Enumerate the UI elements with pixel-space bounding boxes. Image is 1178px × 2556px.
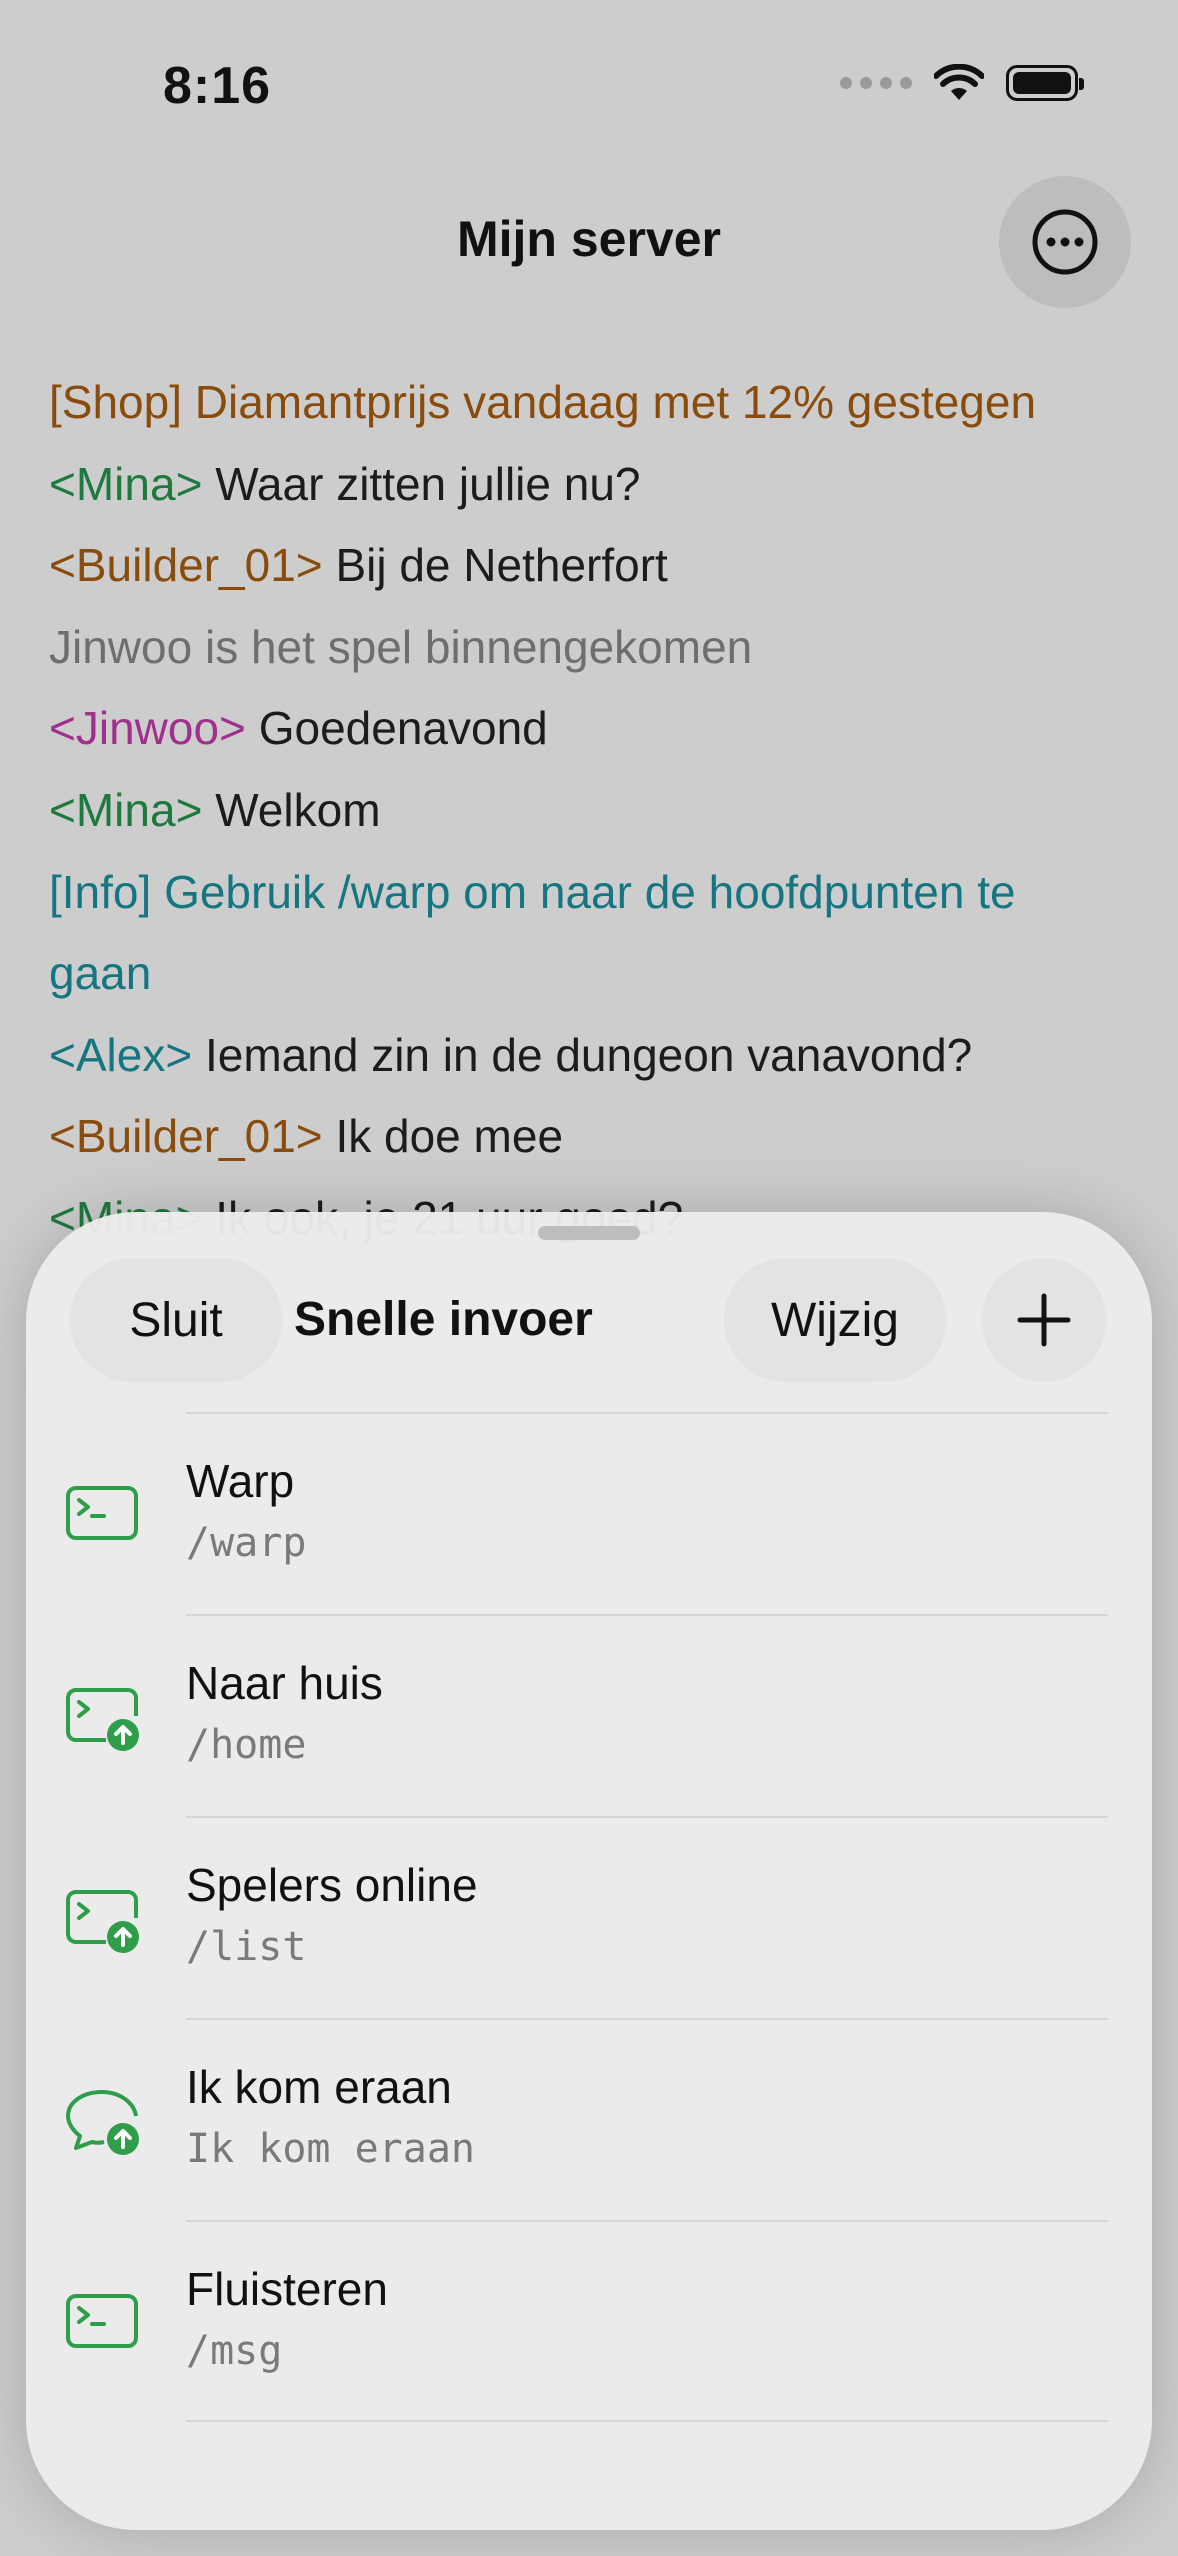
chat-sender: <Mina> — [49, 783, 203, 836]
status-time: 8:16 — [163, 57, 272, 115]
list-item[interactable]: Ik kom eraan Ik kom eraan — [26, 2018, 1152, 2220]
chat-message: <Builder_01> Ik doe mee — [49, 1096, 1129, 1178]
close-button[interactable]: Sluit — [70, 1258, 282, 1382]
cellular-signal-icon — [840, 77, 912, 89]
chat-sender: <Builder_01> — [49, 1110, 323, 1163]
chat-system-text: [Shop] Diamantprijs vandaag met 12% gest… — [49, 376, 1037, 428]
sheet-grabber[interactable] — [538, 1226, 640, 1240]
quick-input-sheet: Sluit Snelle invoer Wijzig Warp /warp Na… — [26, 1212, 1152, 2530]
chat-sender: <Jinwoo> — [49, 702, 246, 755]
more-button[interactable] — [999, 176, 1131, 308]
terminal-send-icon — [66, 1688, 139, 1751]
list-item[interactable]: Warp /warp — [26, 1412, 1152, 1614]
item-command: /warp — [186, 1520, 307, 1566]
chat-message: <Jinwoo> Goedenavond — [49, 688, 1129, 770]
edit-button[interactable]: Wijzig — [724, 1258, 946, 1382]
chat-message: <Builder_01> Bij de Netherfort — [49, 525, 1129, 607]
status-bar: 8:16 — [0, 0, 1178, 170]
chat-text: Welkom — [202, 783, 381, 836]
add-button[interactable] — [982, 1258, 1106, 1382]
chat-text: Ik doe mee — [322, 1110, 564, 1163]
item-title: Ik kom eraan — [186, 2061, 452, 2113]
chat-sender: <Mina> — [49, 457, 203, 510]
battery-icon — [1006, 65, 1084, 101]
chat-text: Goedenavond — [245, 702, 548, 755]
terminal-icon — [66, 1486, 138, 1540]
list-item[interactable]: Naar huis /home — [26, 1614, 1152, 1816]
chat-message: <Alex> Iemand zin in de dungeon vanavond… — [49, 1015, 1129, 1097]
chat-text: Bij de Netherfort — [322, 539, 668, 592]
chat-message: <Mina> Waar zitten jullie nu? — [49, 444, 1129, 526]
quick-input-list: Warp /warp Naar huis /home Spelers onlin… — [26, 1412, 1152, 2422]
ellipsis-circle-icon — [1032, 209, 1098, 275]
chat-system-text: [Info] Gebruik /warp om naar de hoofdpun… — [49, 865, 1016, 1000]
terminal-send-icon — [66, 1890, 139, 1953]
item-title: Warp — [186, 1455, 295, 1507]
plus-icon — [1017, 1293, 1071, 1347]
item-command: Ik kom eraan — [186, 2126, 475, 2172]
list-item[interactable]: Fluisteren /msg — [26, 2220, 1152, 2422]
item-title: Spelers online — [186, 1859, 478, 1911]
chat-message: <Mina> Welkom — [49, 770, 1129, 852]
sheet-title: Snelle invoer — [294, 1293, 593, 1346]
item-command: /list — [186, 1924, 307, 1970]
item-title: Naar huis — [186, 1657, 383, 1709]
chat-text: Iemand zin in de dungeon vanavond? — [192, 1028, 973, 1081]
chat-sender: <Alex> — [49, 1028, 193, 1081]
item-command: /home — [186, 1722, 307, 1768]
chat-log: [Shop] Diamantprijs vandaag met 12% gest… — [49, 362, 1129, 1260]
chat-message: [Info] Gebruik /warp om naar de hoofdpun… — [49, 852, 1049, 1015]
chat-system-text: Jinwoo is het spel binnengekomen — [49, 620, 753, 673]
status-icons — [840, 64, 1084, 102]
chat-sender: <Builder_01> — [49, 539, 323, 592]
item-title: Fluisteren — [186, 2263, 388, 2315]
item-command: /msg — [186, 2328, 283, 2374]
chat-text: Waar zitten jullie nu? — [202, 457, 641, 510]
chat-message: [Shop] Diamantprijs vandaag met 12% gest… — [49, 362, 1129, 444]
chat-message: Jinwoo is het spel binnengekomen — [49, 607, 1129, 689]
wifi-icon — [934, 64, 984, 100]
terminal-icon — [66, 2294, 138, 2348]
list-item[interactable]: Spelers online /list — [26, 1816, 1152, 2018]
chat-send-icon — [66, 2090, 139, 2155]
